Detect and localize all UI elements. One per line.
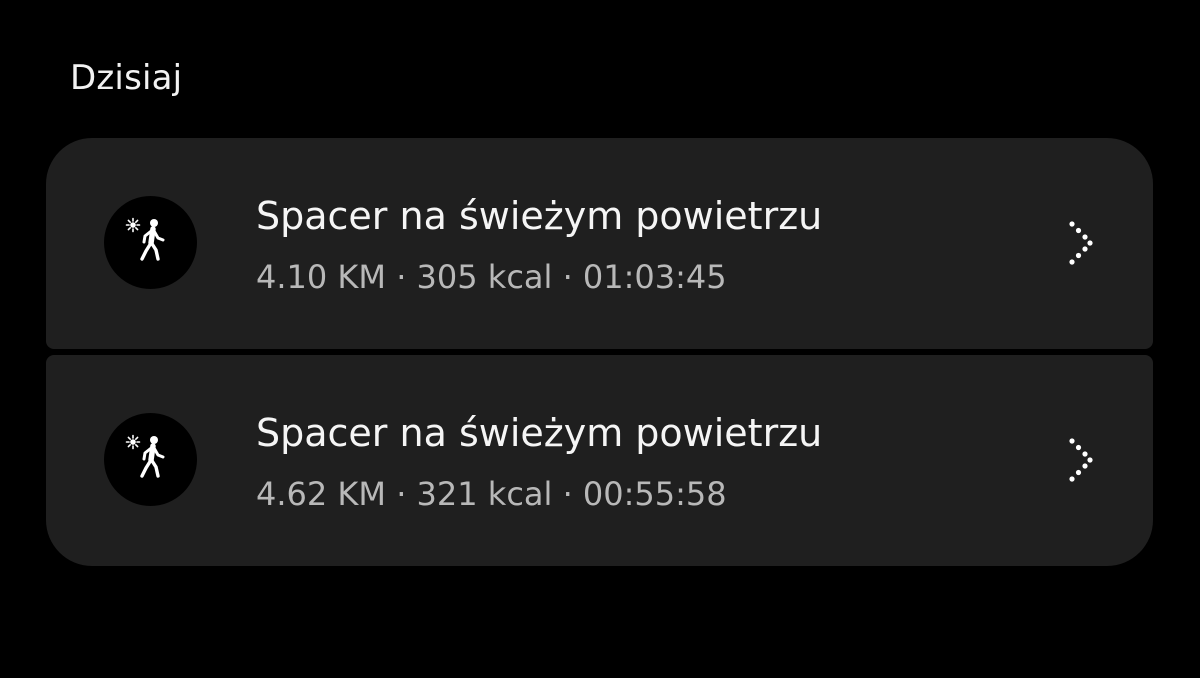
activity-item[interactable]: Spacer na świeżym powietrzu 4.10 KM · 30…	[46, 138, 1153, 349]
activity-details: 4.62 KM · 321 kcal · 00:55:58	[256, 475, 727, 513]
activity-list: Spacer na świeżym powietrzu 4.10 KM · 30…	[46, 138, 1153, 566]
chevron-right-icon	[1069, 438, 1093, 482]
chevron-right-icon	[1069, 221, 1093, 265]
activity-title: Spacer na świeżym powietrzu	[256, 194, 823, 238]
activity-title: Spacer na świeżym powietrzu	[256, 411, 823, 455]
activity-item[interactable]: Spacer na świeżym powietrzu 4.62 KM · 32…	[46, 355, 1153, 566]
activity-details: 4.10 KM · 305 kcal · 01:03:45	[256, 258, 727, 296]
section-title-today: Dzisiaj	[70, 58, 183, 98]
outdoor-walk-icon	[104, 413, 197, 506]
outdoor-walk-icon	[104, 196, 197, 289]
